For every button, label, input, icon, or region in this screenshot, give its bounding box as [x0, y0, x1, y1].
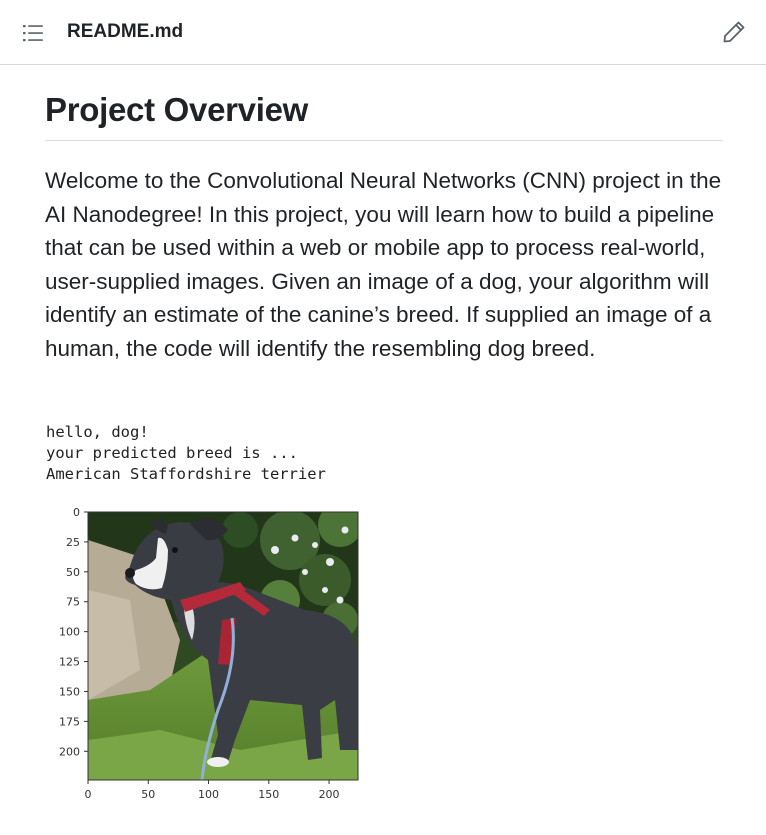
heading-divider	[45, 140, 723, 141]
dog-photo	[88, 512, 358, 780]
y-tick-label: 100	[59, 626, 80, 639]
y-tick-label: 200	[59, 745, 80, 758]
overview-paragraph: Welcome to the Convolutional Neural Netw…	[45, 168, 722, 361]
y-tick-label: 150	[59, 685, 80, 698]
y-tick-label: 125	[59, 656, 80, 669]
x-tick-label: 50	[141, 788, 155, 801]
pencil-icon	[723, 21, 745, 43]
output-line: American Staffordshire terrier	[46, 465, 326, 483]
y-tick-label: 75	[66, 596, 80, 609]
edit-file-button[interactable]	[718, 16, 750, 48]
readme-heading: Project Overview	[45, 91, 309, 128]
table-of-contents-button[interactable]	[18, 18, 48, 48]
dog-image-plot: 0 25 50 75 100 125 150 175 200 0 50 100 150 200	[59, 506, 359, 801]
x-tick-label: 150	[258, 788, 279, 801]
x-tick-label: 200	[319, 788, 340, 801]
x-tick-label: 0	[85, 788, 92, 801]
y-tick-label: 25	[66, 536, 80, 549]
y-tick-label: 0	[73, 506, 80, 519]
output-line: your predicted breed is ...	[46, 444, 298, 462]
file-header: README.md	[0, 0, 766, 65]
y-tick-label: 50	[66, 566, 80, 579]
file-name: README.md	[67, 21, 184, 42]
list-unordered-icon	[23, 25, 43, 42]
y-tick-label: 175	[59, 715, 80, 728]
x-tick-label: 100	[198, 788, 219, 801]
notebook-output: hello, dog! your predicted breed is ... Am…	[46, 422, 326, 485]
output-line: hello, dog!	[46, 423, 149, 441]
